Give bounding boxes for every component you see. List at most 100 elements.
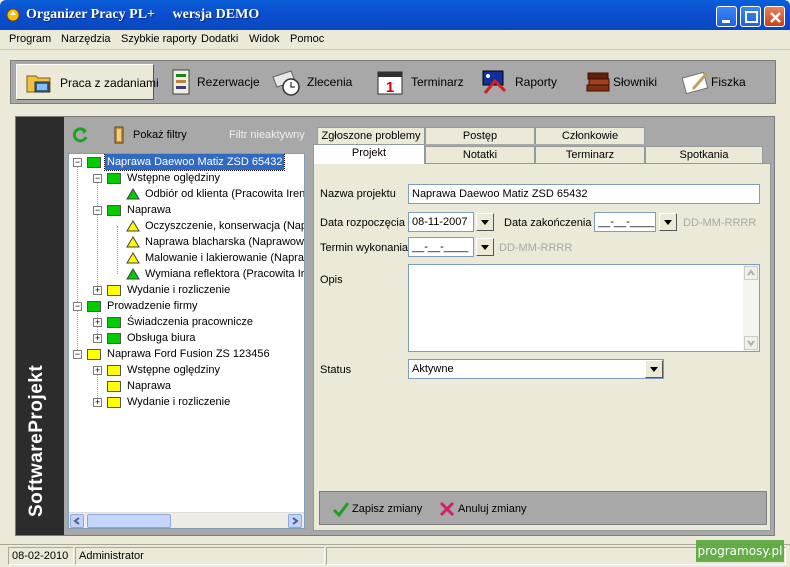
tree-node-label: Naprawa blacharska (Naprawowy): [145, 236, 305, 248]
tab-notatki[interactable]: Notatki: [425, 146, 535, 163]
toolbar-button-terminarz[interactable]: 1 Terminarz: [367, 64, 467, 100]
end-date-label: Data zakończenia: [504, 217, 592, 229]
menu-szybkie-raporty[interactable]: Szybkie raporty: [121, 33, 197, 45]
menu-pomoc[interactable]: Pomoc: [290, 33, 324, 45]
end-date-dropdown-icon[interactable]: [659, 213, 677, 231]
menu-widok[interactable]: Widok: [249, 33, 280, 45]
toolbar-button-praca-z-zadaniami[interactable]: Praca z zadaniami: [16, 64, 159, 100]
calendar-icon: 1: [377, 71, 403, 96]
toolbar-label: Raporty: [515, 75, 558, 89]
tree-node-label: Malowanie i lakierowanie (Naprawowy): [145, 252, 304, 264]
toolbar-button-rezerwacje[interactable]: Rezerwacje: [159, 64, 260, 100]
menu-program[interactable]: Program: [9, 33, 51, 45]
status-date: 08-02-2010: [8, 547, 74, 565]
due-date-label: Termin wykonania: [320, 242, 409, 254]
description-textarea[interactable]: [408, 264, 760, 352]
show-filters-button[interactable]: Pokaż filtry: [133, 129, 187, 141]
svg-text:1: 1: [386, 79, 394, 96]
folder-icon: [107, 397, 121, 408]
status-select[interactable]: Aktywne: [408, 359, 664, 379]
end-date-input[interactable]: __-__-____: [594, 212, 656, 232]
toolbar-button-zlecenia[interactable]: Zlecenia: [263, 64, 363, 100]
folder-icon: [107, 317, 121, 328]
save-button-label: Zapisz zmiany: [352, 503, 423, 515]
task-icon: [126, 188, 140, 200]
tree-line: [97, 178, 98, 290]
start-date-input[interactable]: 08-11-2007: [408, 212, 474, 232]
status-dropdown-icon[interactable]: [645, 360, 663, 378]
tree-node-label: Prowadzenie firmy: [107, 300, 198, 312]
tree-line: [77, 162, 78, 354]
task-icon: [126, 220, 140, 232]
due-date-dropdown-icon[interactable]: [476, 238, 494, 256]
expand-icon[interactable]: +: [93, 318, 102, 327]
save-button[interactable]: Zapisz zmiany: [332, 499, 432, 519]
scroll-up-arrow-icon[interactable]: [744, 266, 758, 280]
scroll-left-arrow-icon[interactable]: [70, 514, 84, 528]
minimize-icon: [722, 20, 730, 23]
collapse-icon[interactable]: −: [93, 206, 102, 215]
collapse-icon[interactable]: −: [73, 350, 82, 359]
note-icon: [681, 71, 709, 95]
toolbar-label: Zlecenia: [307, 75, 353, 89]
expand-icon[interactable]: +: [93, 366, 102, 375]
task-icon: [126, 268, 140, 280]
task-icon: [126, 252, 140, 264]
toolbar-button-slowniki[interactable]: Słowniki: [575, 64, 675, 100]
task-tree[interactable]: − Naprawa Daewoo Matiz ZSD 65432 − Wstęp…: [68, 153, 305, 529]
status-bar: 08-02-2010 Administrator: [0, 544, 790, 567]
tab-projekt[interactable]: Projekt: [313, 144, 425, 164]
menu-bar: Program Narzędzia Szybkie raporty Dodatk…: [0, 30, 790, 50]
scroll-right-arrow-icon[interactable]: [288, 514, 302, 528]
close-button[interactable]: [764, 6, 785, 27]
status-user: Administrator: [75, 547, 325, 565]
expand-icon[interactable]: +: [93, 398, 102, 407]
tree-node-label: Wstępne oględziny: [127, 364, 220, 376]
status-label: Status: [320, 364, 352, 376]
project-name-input[interactable]: Naprawa Daewoo Matiz ZSD 65432: [408, 184, 760, 204]
tab-spotkania[interactable]: Spotkania: [645, 146, 763, 163]
tree-node-label: Naprawa Daewoo Matiz ZSD 65432: [103, 154, 286, 171]
collapse-icon[interactable]: −: [93, 174, 102, 183]
toolbar-button-fiszka[interactable]: Fiszka: [673, 64, 773, 100]
title-bar[interactable]: Organizer Pracy PL+ wersja DEMO: [0, 0, 790, 30]
minimize-button[interactable]: [716, 6, 737, 27]
toolbar-button-raporty[interactable]: Raporty: [471, 64, 571, 100]
tab-terminarz[interactable]: Terminarz: [535, 146, 645, 163]
brand-sidebar: SoftwareProjekt: [16, 117, 64, 535]
menu-narzedzia[interactable]: Narzędzia: [61, 33, 111, 45]
chevron-up-icon: [747, 269, 755, 276]
tree-node-label: Świadczenia pracownicze: [127, 316, 253, 328]
start-date-dropdown-icon[interactable]: [476, 213, 494, 231]
folder-icon: [107, 381, 121, 392]
watermark: programosy.pl: [696, 540, 784, 562]
filter-status: Filtr nieaktywny: [229, 129, 305, 141]
maximize-button[interactable]: [740, 6, 761, 27]
books-icon: [586, 72, 610, 92]
folder-computer-icon: [26, 75, 51, 93]
collapse-icon[interactable]: −: [73, 158, 82, 167]
due-date-input[interactable]: __-__-____: [408, 237, 474, 257]
expand-icon[interactable]: +: [93, 286, 102, 295]
tree-horizontal-scrollbar[interactable]: [69, 512, 304, 528]
toolbar-label: Terminarz: [411, 75, 464, 89]
tree-node-label: Wstępne oględziny: [127, 172, 220, 184]
due-date-format-hint: DD-MM-RRRR: [499, 242, 573, 254]
toolbar-label: Rezerwacje: [197, 75, 260, 89]
cancel-button[interactable]: Anuluj zmiany: [438, 499, 538, 519]
project-tabs: Zgłoszone problemy Postęp Członkowie Pro…: [313, 127, 771, 167]
close-icon: [770, 12, 781, 23]
chevron-down-icon: [747, 340, 755, 347]
filter-icon[interactable]: [113, 126, 125, 144]
refresh-icon[interactable]: [71, 126, 89, 144]
tab-zgloszone-problemy[interactable]: Zgłoszone problemy: [317, 127, 425, 144]
tab-postep[interactable]: Postęp: [425, 127, 535, 144]
expand-icon[interactable]: +: [93, 334, 102, 343]
collapse-icon[interactable]: −: [73, 302, 82, 311]
menu-dodatki[interactable]: Dodatki: [201, 33, 238, 45]
scroll-down-arrow-icon[interactable]: [744, 336, 758, 350]
description-scrollbar[interactable]: [743, 265, 759, 351]
tree-node-label: Wydanie i rozliczenie: [127, 284, 231, 296]
scroll-thumb[interactable]: [87, 514, 171, 528]
tab-czlonkowie[interactable]: Członkowie: [535, 127, 645, 144]
